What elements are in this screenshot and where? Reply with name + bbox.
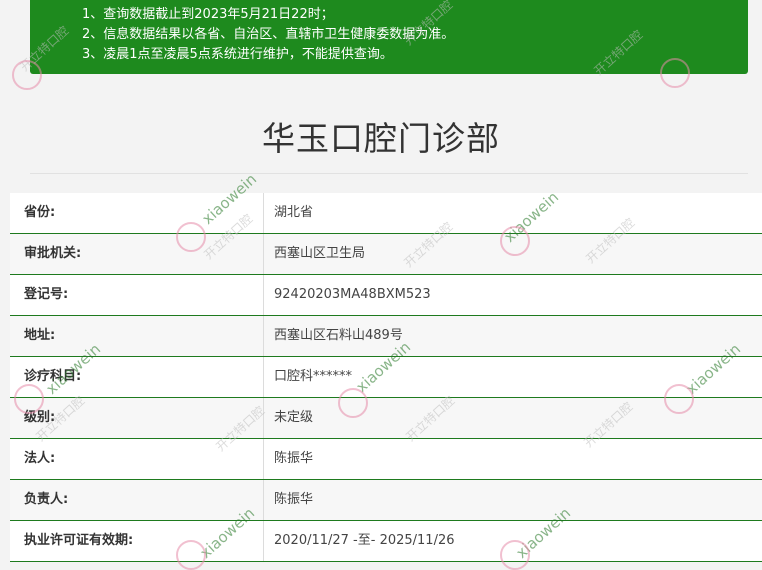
details-row-approval-authority: 审批机关: 西塞山区卫生局 <box>10 234 762 275</box>
row-label: 负责人: <box>10 480 264 520</box>
details-row-legal-person: 法人: 陈振华 <box>10 439 762 480</box>
notice-line-2: 2、信息数据结果以各省、自治区、直辖市卫生健康委数据为准。 <box>82 27 455 42</box>
row-label: 法人: <box>10 439 264 479</box>
row-value: 92420203MA48BXM523 <box>274 287 431 302</box>
row-value: 陈振华 <box>274 451 314 466</box>
row-value: 未定级 <box>274 410 314 425</box>
row-value: 陈振华 <box>274 492 314 507</box>
row-value: 西塞山区石料山489号 <box>274 328 403 343</box>
details-row-departments: 诊疗科目: 口腔科****** <box>10 357 762 398</box>
row-value: 口腔科****** <box>274 369 353 384</box>
row-label: 执业许可证有效期: <box>10 521 264 561</box>
row-label: 审批机关: <box>10 234 264 274</box>
details-row-province: 省份: 湖北省 <box>10 193 762 234</box>
title-divider <box>30 173 748 174</box>
row-value: 西塞山区卫生局 <box>274 246 366 261</box>
row-value: 2020/11/27 -至- 2025/11/26 <box>274 533 455 548</box>
row-label: 地址: <box>10 316 264 356</box>
row-label: 诊疗科目: <box>10 357 264 397</box>
row-label: 级别: <box>10 398 264 438</box>
clinic-details-table: 省份: 湖北省 审批机关: 西塞山区卫生局 登记号: 92420203MA48B… <box>10 193 762 562</box>
row-label: 登记号: <box>10 275 264 315</box>
row-label: 省份: <box>10 193 264 233</box>
details-row-license-validity: 执业许可证有效期: 2020/11/27 -至- 2025/11/26 <box>10 521 762 562</box>
details-row-address: 地址: 西塞山区石料山489号 <box>10 316 762 357</box>
clinic-title: 华玉口腔门诊部 <box>262 119 500 158</box>
details-row-person-in-charge: 负责人: 陈振华 <box>10 480 762 521</box>
notice-line-3: 3、凌晨1点至凌晨5点系统进行维护，不能提供查询。 <box>82 47 393 62</box>
notice-line-1: 1、查询数据截止到2023年5月21日22时； <box>82 7 334 22</box>
notice-banner: 1、查询数据截止到2023年5月21日22时； 2、信息数据结果以各省、自治区、… <box>30 0 748 74</box>
details-row-level: 级别: 未定级 <box>10 398 762 439</box>
details-row-registration-number: 登记号: 92420203MA48BXM523 <box>10 275 762 316</box>
row-value: 湖北省 <box>274 205 314 220</box>
